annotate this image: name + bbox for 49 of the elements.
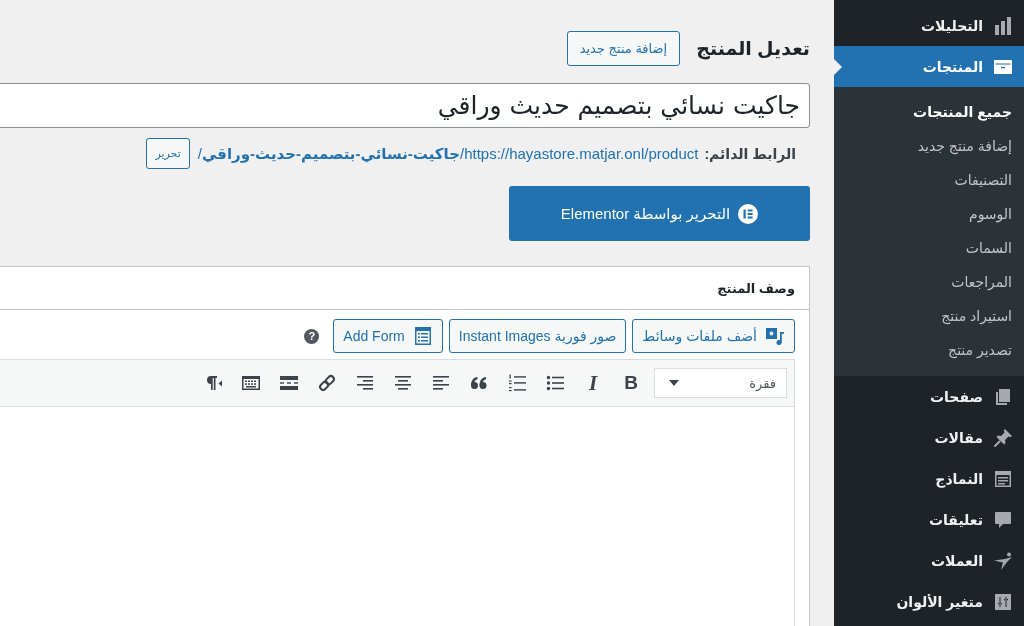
permalink-label: الرابط الدائم: xyxy=(704,145,796,162)
submenu-item[interactable]: السمات xyxy=(834,231,1024,265)
logo-icon xyxy=(738,203,759,224)
format-select[interactable]: فقرة xyxy=(654,368,787,398)
speech-bubble-icon xyxy=(993,509,1013,530)
submenu-item[interactable]: تصدير منتج xyxy=(834,333,1024,367)
sidebar-menu-item[interactable]: المنتجات xyxy=(834,46,1024,87)
bullet-list-icon xyxy=(545,373,565,393)
submenu-item[interactable]: استيراد منتج xyxy=(834,299,1024,333)
sidebar-menu-item[interactable]: النماذج xyxy=(834,458,1024,499)
panel-title: وصف المنتج xyxy=(717,280,795,296)
help-button[interactable]: ? xyxy=(304,328,320,344)
submenu-item[interactable]: جميع المنتجات xyxy=(834,95,1024,129)
sidebar-menu-item[interactable]: تعليقات xyxy=(834,499,1024,540)
media-button[interactable]: أضف ملفات وسائط xyxy=(632,319,795,353)
submenu-item[interactable]: التصنيفات xyxy=(834,163,1024,197)
figure-icon xyxy=(993,550,1013,571)
title-input[interactable]: جاكيت نسائي بتصميم حديث وراقي xyxy=(0,83,810,128)
sidebar-menu-item[interactable]: التحليلات xyxy=(834,5,1024,46)
bold-button[interactable]: B xyxy=(614,368,648,398)
sliders-icon xyxy=(993,591,1013,612)
media-button[interactable]: صور فورية Instant Images xyxy=(448,319,627,353)
keyboard-icon xyxy=(241,373,261,393)
link-icon xyxy=(317,373,337,393)
align-center-icon xyxy=(393,373,413,393)
align-right-icon xyxy=(355,373,375,393)
italic-button[interactable]: I xyxy=(576,368,610,398)
edit-slug-button[interactable]: تحرير xyxy=(146,138,190,169)
submenu-item[interactable]: الوسوم xyxy=(834,197,1024,231)
submenu-item[interactable]: إضافة منتج جديد xyxy=(834,129,1024,163)
sidebar-menu-item[interactable]: صفحات xyxy=(834,376,1024,417)
media-button[interactable]: Add Form xyxy=(333,319,443,353)
page-title: تعديل المنتج xyxy=(696,37,810,60)
media-icon xyxy=(765,326,785,346)
sidebar-menu-item[interactable]: متغير الألوان xyxy=(834,581,1024,622)
bar-chart-icon xyxy=(993,15,1013,36)
add-new-button[interactable]: إضافة منتج جديد xyxy=(566,31,681,66)
form-icon xyxy=(412,326,433,346)
caret-icon xyxy=(669,380,679,386)
align-left-icon xyxy=(431,373,451,393)
numbered-list-icon xyxy=(507,373,527,393)
elementor-edit-button[interactable]: التحرير بواسطة Elementor xyxy=(509,186,810,241)
pages-icon xyxy=(993,386,1013,407)
read-more-icon xyxy=(279,373,299,393)
sidebar-menu-item[interactable]: مقالات xyxy=(834,417,1024,458)
submenu-item[interactable]: المراجعات xyxy=(834,265,1024,299)
pin-icon xyxy=(993,427,1013,448)
form-icon xyxy=(993,468,1013,489)
sidebar-menu-item[interactable]: العملات xyxy=(834,540,1024,581)
